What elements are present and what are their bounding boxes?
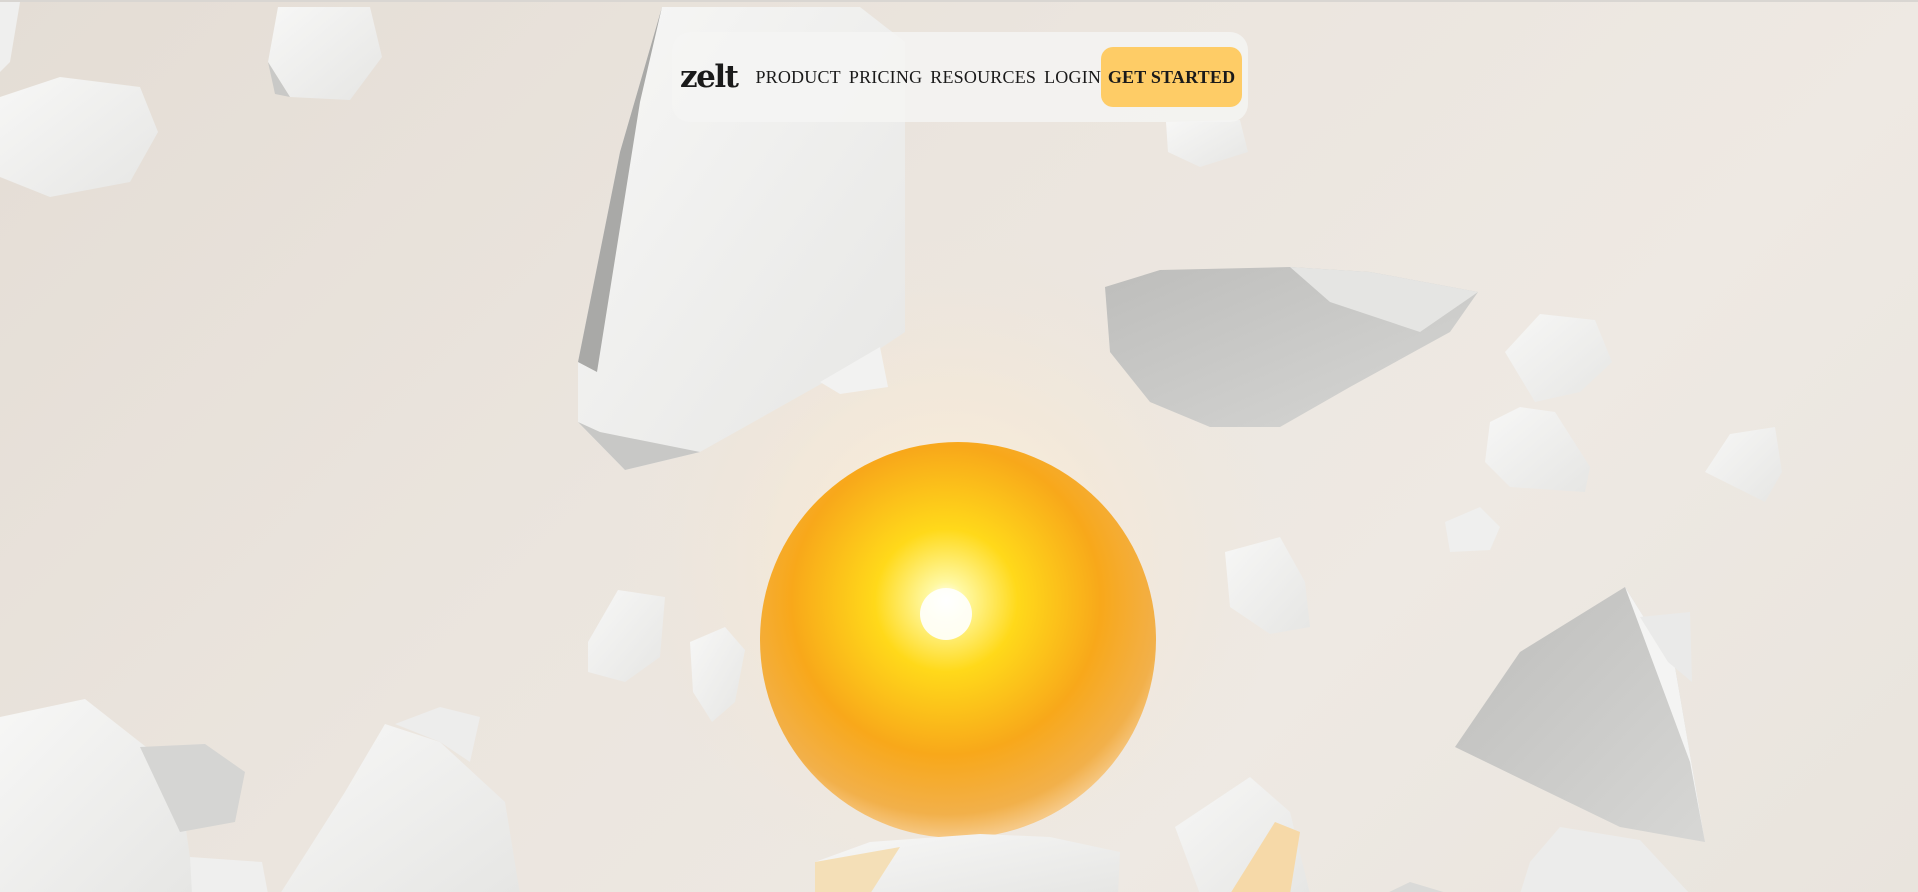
rock-shape [1485, 407, 1590, 492]
rock-shape [0, 77, 158, 197]
rock-shape [1505, 314, 1612, 402]
hero-section: zelt PRODUCT PRICING RESOURCES LOGIN GET… [0, 0, 1918, 892]
rock-shape [1389, 882, 1444, 892]
rock-shape [1520, 827, 1689, 892]
nav-link-resources[interactable]: RESOURCES [930, 67, 1036, 88]
rock-shape [268, 7, 382, 100]
rock-shape [190, 857, 268, 892]
rock-shape [281, 724, 520, 892]
nav-link-login[interactable]: LOGIN [1044, 67, 1101, 88]
nav-links: PRODUCT PRICING RESOURCES LOGIN [755, 67, 1101, 88]
rock-shape [1445, 507, 1500, 552]
orb-highlight [920, 588, 972, 640]
nav-link-pricing[interactable]: PRICING [849, 67, 922, 88]
zelt-logo[interactable]: zelt [680, 61, 739, 93]
rock-shape [1166, 120, 1248, 167]
get-started-button[interactable]: GET STARTED [1101, 47, 1242, 107]
hero-background-illustration [0, 2, 1782, 892]
nav-link-product[interactable]: PRODUCT [755, 67, 840, 88]
glowing-orb [760, 442, 1156, 838]
rock-shape [1705, 427, 1782, 502]
top-navigation-bar: zelt PRODUCT PRICING RESOURCES LOGIN GET… [672, 32, 1248, 122]
rock-shape [0, 2, 20, 72]
